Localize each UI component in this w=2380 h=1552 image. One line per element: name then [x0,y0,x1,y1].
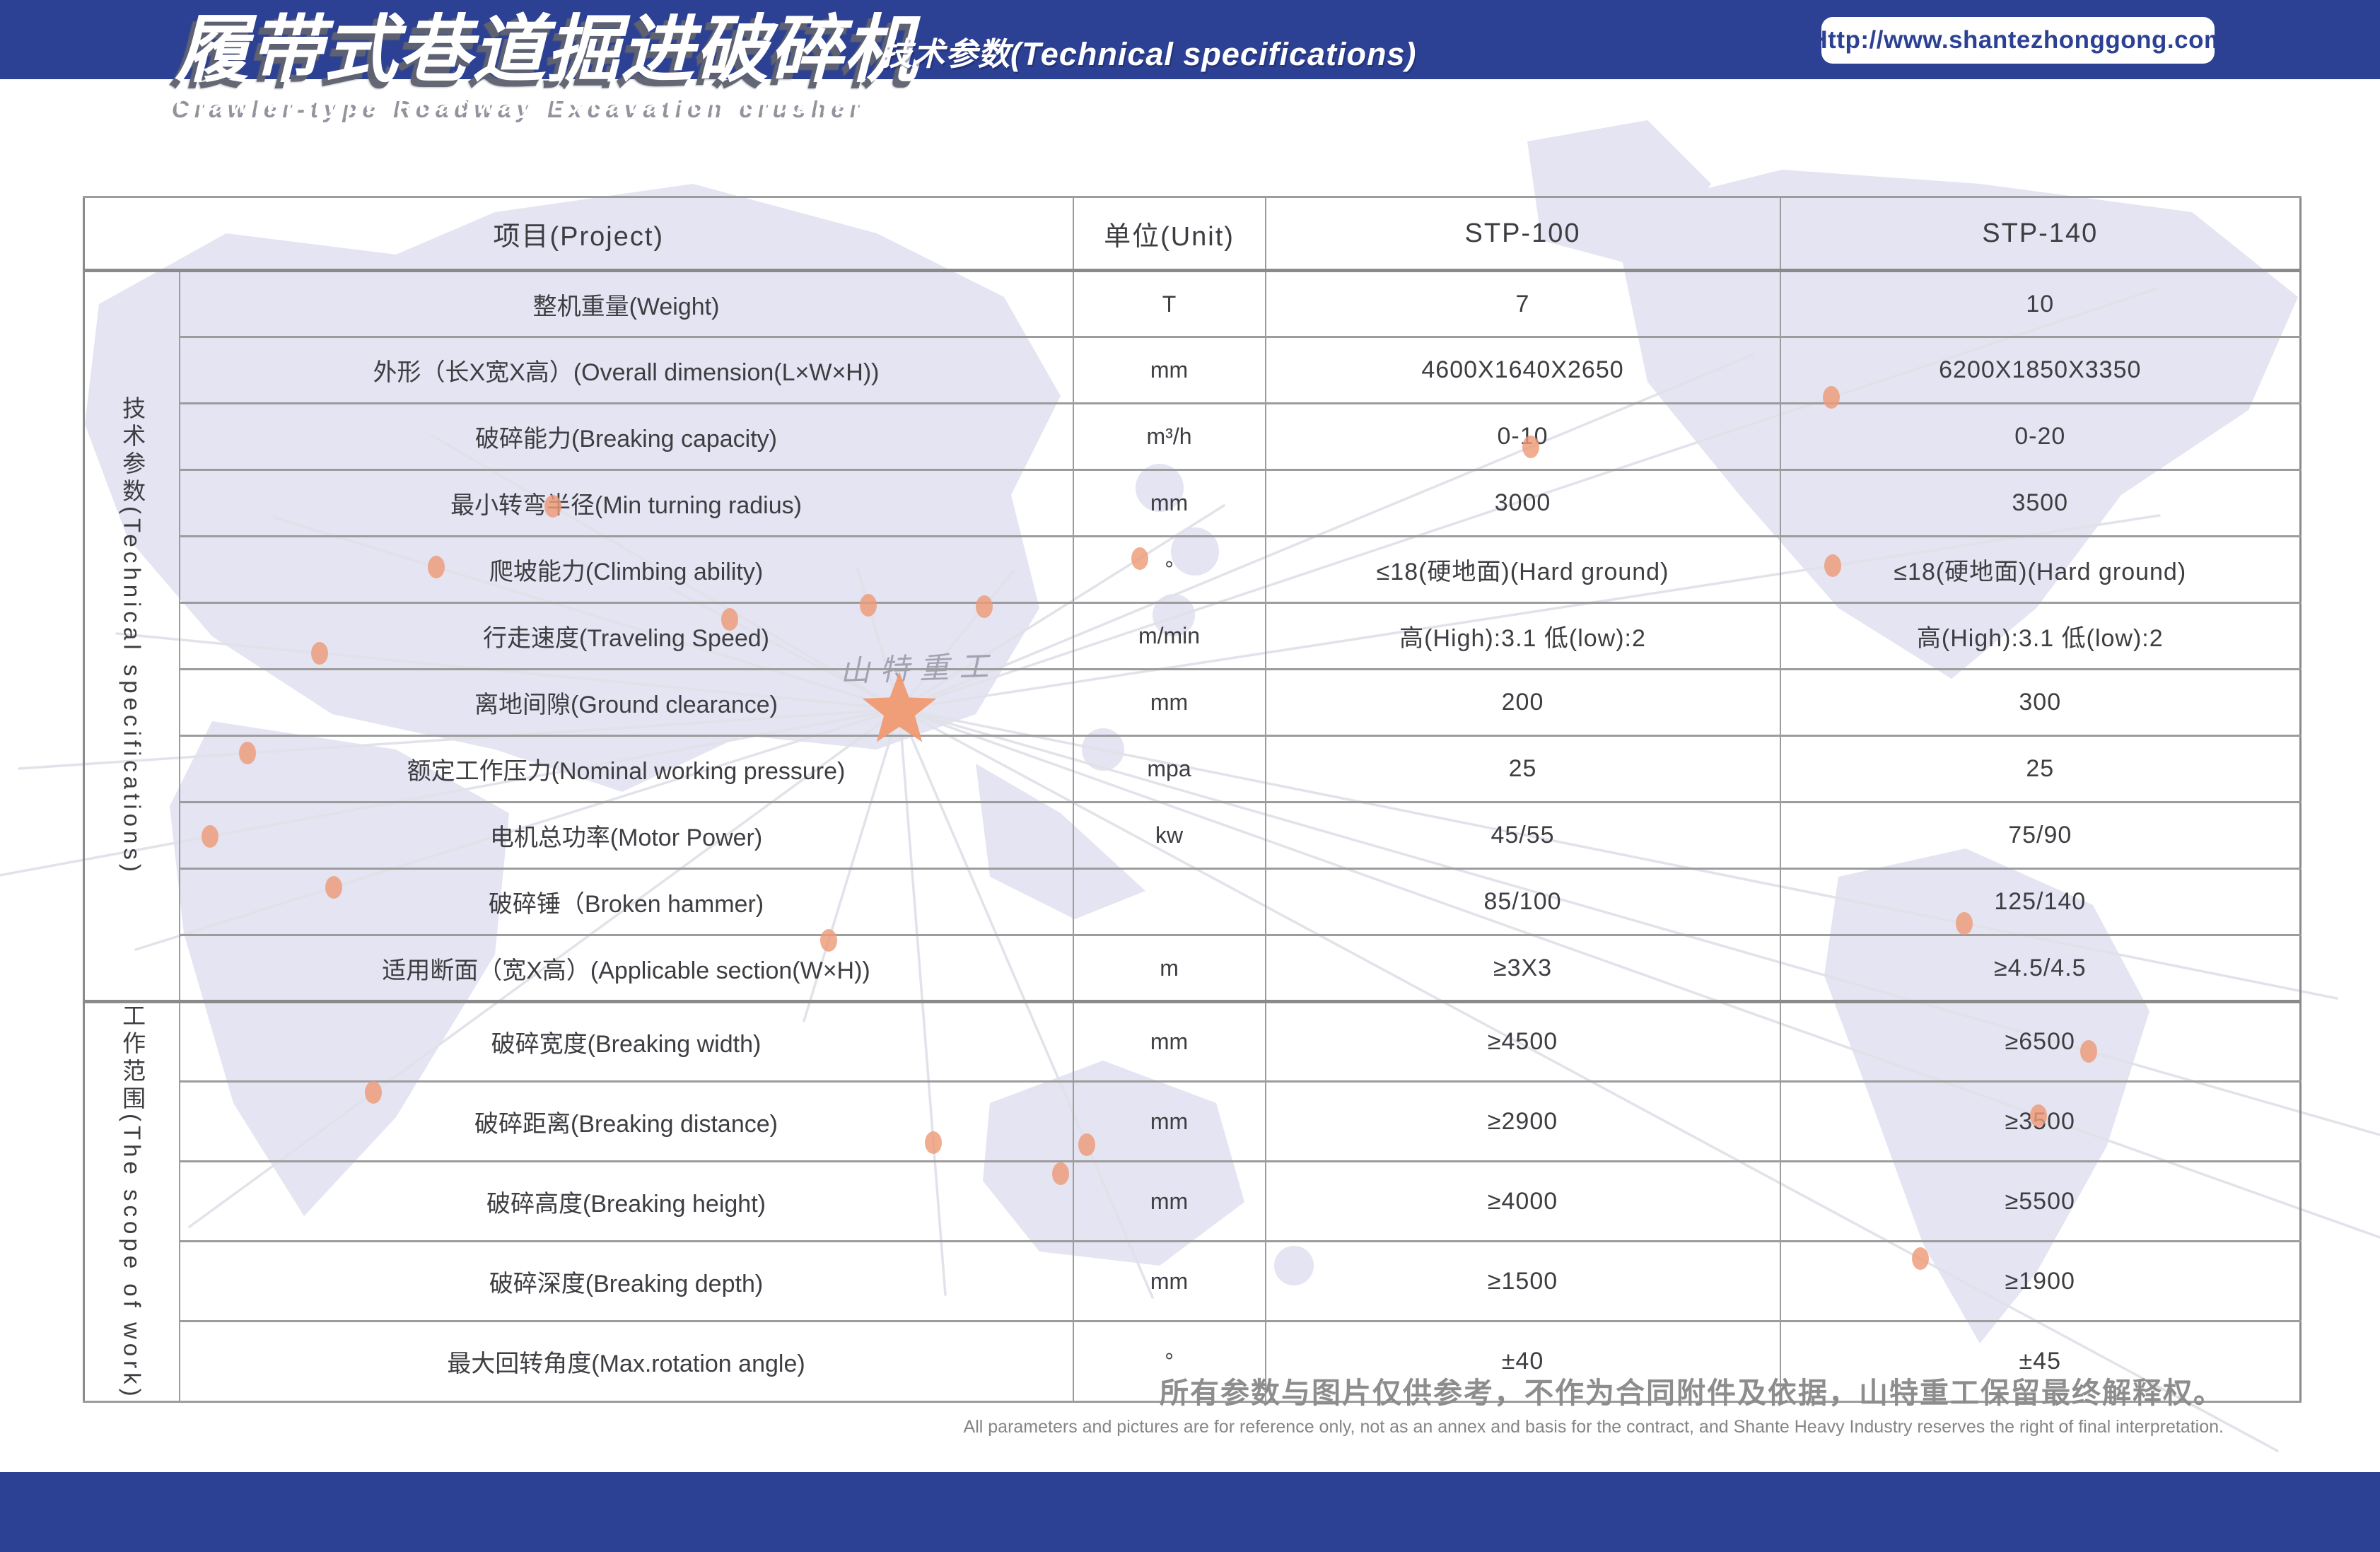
group-label-scope-of-work: 工作范围(The scope of work) [84,1002,180,1402]
cell-unit: mm [1073,670,1266,736]
cell-stp100: ≥1500 [1266,1242,1780,1321]
cell-stp140: ≥5500 [1780,1162,2301,1242]
cell-stp100: 3000 [1266,470,1780,537]
disclaimer-chinese: 所有参数与图片仅供参考，不作为合同附件及依据，山特重工保留最终解释权。 [964,1369,2224,1411]
cell-stp140: ≤18(硬地面)(Hard ground) [1780,537,2301,603]
table-row: 外形（长X宽X高）(Overall dimension(L×W×H))mm460… [84,337,2301,404]
cell-stp140: 125/140 [1780,869,2301,935]
cell-stp100: 7 [1266,271,1780,337]
cell-project: 破碎距离(Breaking distance) [180,1082,1073,1162]
cell-project: 适用断面（宽X高）(Applicable section(W×H)) [180,935,1073,1002]
cell-project: 电机总功率(Motor Power) [180,803,1073,869]
footer-band [0,1472,2380,1552]
table-row: 适用断面（宽X高）(Applicable section(W×H))m≥3X3≥… [84,935,2301,1002]
table-row: 额定工作压力(Nominal working pressure)mpa2525 [84,736,2301,803]
table-row: 离地间隙(Ground clearance)mm200300 [84,670,2301,736]
cell-unit: kw [1073,803,1266,869]
cell-project: 破碎深度(Breaking depth) [180,1242,1073,1321]
cell-stp100: 高(High):3.1 低(low):2 [1266,603,1780,670]
cell-unit [1073,869,1266,935]
website-pill[interactable]: Http://www.shantezhonggong.com [1821,17,2215,64]
cell-stp140: 75/90 [1780,803,2301,869]
table-header-row: 项目(Project) 单位(Unit) STP-100 STP-140 [84,197,2301,271]
col-header-stp100: STP-100 [1266,197,1780,271]
table-row: 破碎深度(Breaking depth)mm≥1500≥1900 [84,1242,2301,1321]
col-header-unit: 单位(Unit) [1073,197,1266,271]
page-title-english: Crawler-type Roadway Excavation crusher [175,92,918,119]
cell-unit: mm [1073,1242,1266,1321]
cell-stp100: ≥2900 [1266,1082,1780,1162]
table-row: 电机总功率(Motor Power)kw45/5575/90 [84,803,2301,869]
group-label-technical-specifications: 技术参数(Technical specifications) [84,271,180,1002]
cell-unit: mm [1073,1162,1266,1242]
cell-project: 最大回转角度(Max.rotation angle) [180,1321,1073,1401]
cell-unit: m³/h [1073,404,1266,470]
cell-project: 破碎宽度(Breaking width) [180,1002,1073,1082]
cell-unit: mm [1073,470,1266,537]
cell-stp100: 0-10 [1266,404,1780,470]
table-row: 工作范围(The scope of work)破碎宽度(Breaking wid… [84,1002,2301,1082]
cell-unit: mm [1073,1082,1266,1162]
cell-project: 行走速度(Traveling Speed) [180,603,1073,670]
disclaimer-english: All parameters and pictures are for refe… [964,1417,2224,1437]
cell-project: 整机重量(Weight) [180,271,1073,337]
table-row: 破碎距离(Breaking distance)mm≥2900≥3500 [84,1082,2301,1162]
cell-stp140: 300 [1780,670,2301,736]
table-row: 破碎能力(Breaking capacity)m³/h0-100-20 [84,404,2301,470]
website-url[interactable]: Http://www.shantezhonggong.com [1809,26,2226,54]
cell-project: 破碎锤（Broken hammer) [180,869,1073,935]
cell-stp140: ≥1900 [1780,1242,2301,1321]
cell-stp100: 200 [1266,670,1780,736]
cell-stp140: 3500 [1780,470,2301,537]
cell-unit: ° [1073,537,1266,603]
cell-stp140: 25 [1780,736,2301,803]
cell-stp140: 6200X1850X3350 [1780,337,2301,404]
col-header-project: 项目(Project) [84,197,1073,271]
cell-project: 破碎能力(Breaking capacity) [180,404,1073,470]
cell-unit: m/min [1073,603,1266,670]
cell-stp100: ≥3X3 [1266,935,1780,1002]
cell-stp140: ≥6500 [1780,1002,2301,1082]
page: 山特重工 履带式巷道掘进破碎机 Crawler-type Roadway Exc… [0,0,2380,1552]
col-header-stp140: STP-140 [1780,197,2301,271]
cell-unit: mpa [1073,736,1266,803]
disclaimer: 所有参数与图片仅供参考，不作为合同附件及依据，山特重工保留最终解释权。 All … [964,1369,2224,1437]
section-label: 技术参数(Technical specifications) [880,28,1416,74]
cell-stp100: ≤18(硬地面)(Hard ground) [1266,537,1780,603]
cell-stp140: ≥4.5/4.5 [1780,935,2301,1002]
table-row: 最小转弯半径(Min turning radius)mm30003500 [84,470,2301,537]
cell-unit: T [1073,271,1266,337]
cell-project: 最小转弯半径(Min turning radius) [180,470,1073,537]
table-row: 技术参数(Technical specifications)整机重量(Weigh… [84,271,2301,337]
cell-project: 外形（长X宽X高）(Overall dimension(L×W×H)) [180,337,1073,404]
table-row: 行走速度(Traveling Speed)m/min高(High):3.1 低(… [84,603,2301,670]
page-title-chinese: 履带式巷道掘进破碎机 [175,10,918,91]
cell-stp140: 高(High):3.1 低(low):2 [1780,603,2301,670]
cell-stp100: ≥4500 [1266,1002,1780,1082]
spec-table: 项目(Project) 单位(Unit) STP-100 STP-140 技术参… [83,196,2302,1403]
cell-stp100: 25 [1266,736,1780,803]
cell-stp100: ≥4000 [1266,1162,1780,1242]
cell-unit: mm [1073,337,1266,404]
cell-project: 破碎高度(Breaking height) [180,1162,1073,1242]
cell-stp100: 85/100 [1266,869,1780,935]
table-row: 破碎锤（Broken hammer) 85/100125/140 [84,869,2301,935]
title-block: 履带式巷道掘进破碎机 Crawler-type Roadway Excavati… [175,10,918,119]
table-row: 破碎高度(Breaking height)mm≥4000≥5500 [84,1162,2301,1242]
cell-stp100: 45/55 [1266,803,1780,869]
cell-project: 额定工作压力(Nominal working pressure) [180,736,1073,803]
table-row: 爬坡能力(Climbing ability)°≤18(硬地面)(Hard gro… [84,537,2301,603]
cell-unit: mm [1073,1002,1266,1082]
cell-stp100: 4600X1640X2650 [1266,337,1780,404]
cell-stp140: 10 [1780,271,2301,337]
cell-project: 爬坡能力(Climbing ability) [180,537,1073,603]
cell-unit: m [1073,935,1266,1002]
cell-stp140: 0-20 [1780,404,2301,470]
cell-project: 离地间隙(Ground clearance) [180,670,1073,736]
cell-stp140: ≥3500 [1780,1082,2301,1162]
